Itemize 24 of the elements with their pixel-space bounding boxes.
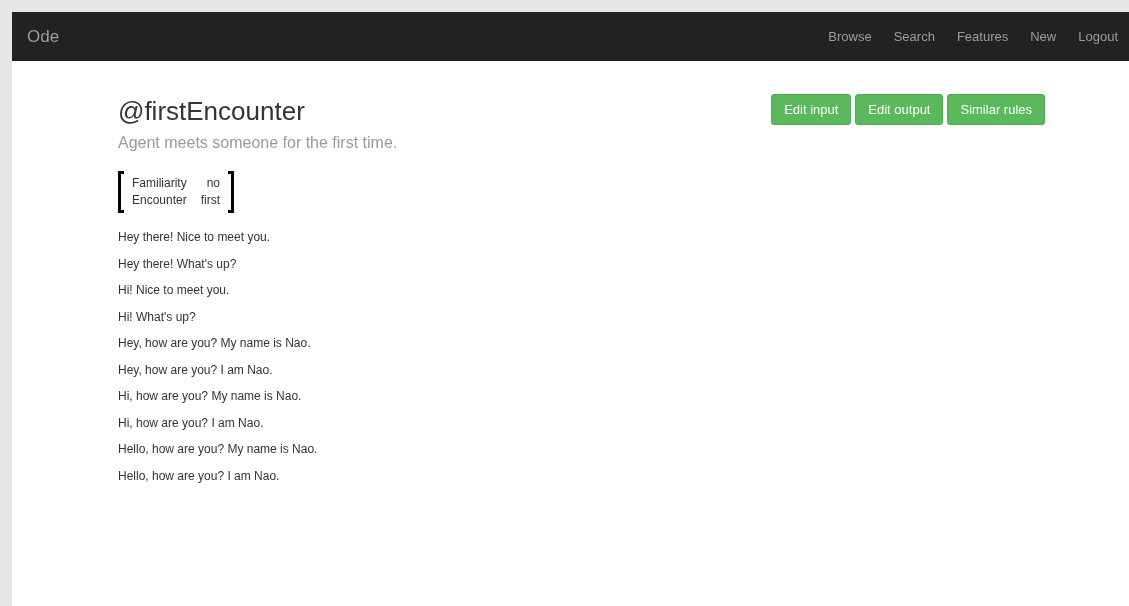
output-sentence: Hello, how are you? My name is Nao.: [118, 441, 319, 458]
feature-name: Familiarity: [132, 175, 187, 192]
nav-link[interactable]: Logout: [1067, 26, 1129, 47]
left-bracket-icon: [118, 171, 124, 213]
right-bracket-icon: [228, 171, 235, 213]
output-sentence: Hey there! Nice to meet you.: [118, 229, 272, 246]
brand-link[interactable]: Ode: [27, 23, 60, 50]
output-sentence: Hey, how are you? My name is Nao.: [118, 335, 312, 352]
feature-value: first: [200, 192, 221, 209]
nav-link[interactable]: Features: [945, 26, 1020, 47]
rule-description: Agent meets someone for the first time.: [118, 133, 398, 153]
output-sentence: Hey, how are you? I am Nao.: [118, 361, 274, 379]
nav-link[interactable]: Browse: [817, 26, 883, 47]
output-sentence: Hi! What's up?: [118, 308, 197, 326]
output-sentence: Hi, how are you? My name is Nao.: [118, 388, 303, 405]
nav-link[interactable]: New: [1019, 26, 1068, 47]
feature-name: Encounter: [132, 192, 187, 209]
rule-title: @firstEncounter: [118, 95, 306, 127]
output-sentence: Hi! Nice to meet you.: [118, 282, 231, 299]
output-sentence: Hi, how are you? I am Nao.: [118, 414, 265, 432]
nav-link[interactable]: Search: [882, 26, 946, 47]
feature-value: no: [205, 175, 221, 192]
output-sentence: Hey there! What's up?: [118, 255, 238, 273]
output-sentence: Hello, how are you? I am Nao.: [118, 467, 281, 485]
